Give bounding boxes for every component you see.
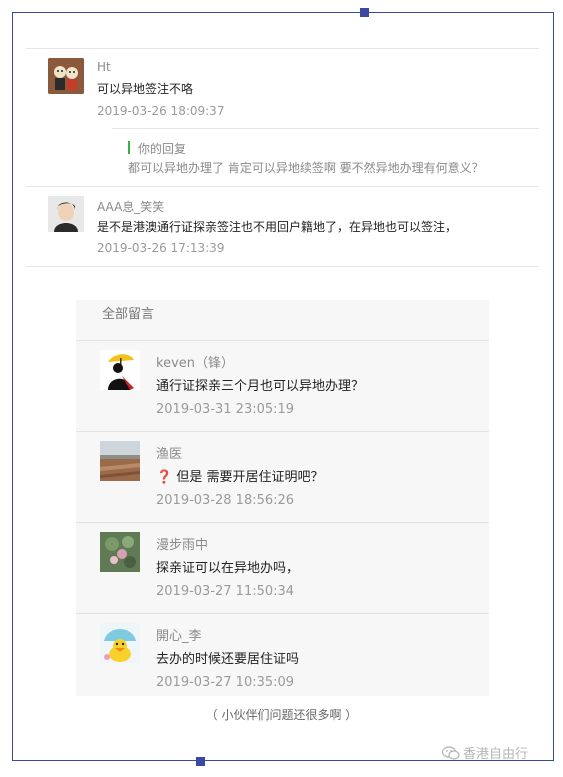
cartoon-characters-avatar[interactable] xyxy=(48,58,84,94)
comment-text: 通行证探亲三个月也可以异地办理？ xyxy=(156,379,365,394)
comment-text-body: 但是 需要开居住证明吧？ xyxy=(176,470,324,485)
comment-text: 是不是港澳通行证探亲签注也不用回户籍地了，在异地也可以签注， xyxy=(97,220,458,234)
comment-timestamp: 2019-03-28 18:56:26 xyxy=(156,493,295,508)
comment-timestamp: 2019-03-27 11:50:34 xyxy=(156,584,295,599)
flowers-avatar[interactable] xyxy=(100,532,140,572)
comment-username[interactable]: 渔医 xyxy=(156,443,182,462)
comment-timestamp: 2019-03-26 18:09:37 xyxy=(97,104,225,118)
comment-text: 去办的时候还要居住证吗 xyxy=(156,652,300,667)
divider xyxy=(76,522,489,523)
watermark: 香港自由行 xyxy=(441,743,529,764)
landscape-field-avatar[interactable] xyxy=(100,441,140,481)
figure-with-umbrella-avatar[interactable] xyxy=(100,350,140,390)
comment-username[interactable]: Ht xyxy=(97,60,111,74)
comment-username[interactable]: keven（锋） xyxy=(156,352,234,371)
comment-username[interactable]: AAA息_笑笑 xyxy=(97,198,164,215)
all-comments-panel: 全部留言 keven（锋） 通行证探亲三个月也可以异地办理？ 2019-03-3… xyxy=(76,300,489,696)
reply-text: 都可以异地办理了 肯定可以异地续签啊 要不然异地办理有何意义？ xyxy=(128,161,484,175)
wechat-icon xyxy=(441,745,460,764)
person-portrait-avatar[interactable] xyxy=(48,196,84,232)
comment-username[interactable]: 開心_李 xyxy=(156,625,202,644)
reply-indicator-bar xyxy=(128,141,130,154)
comment-timestamp: 2019-03-26 17:13:39 xyxy=(97,241,225,255)
divider xyxy=(26,266,539,267)
yellow-duck-avatar[interactable] xyxy=(100,623,140,663)
watermark-text: 香港自由行 xyxy=(463,747,529,762)
divider xyxy=(76,340,489,341)
resize-handle-top[interactable] xyxy=(360,8,369,17)
divider xyxy=(112,128,539,129)
divider xyxy=(76,613,489,614)
image-caption: （ 小伙伴们问题还很多啊 ） xyxy=(205,708,358,722)
comment-text: 可以异地签注不咯 xyxy=(97,82,194,96)
divider xyxy=(26,186,539,187)
panel-title: 全部留言 xyxy=(102,307,155,322)
divider xyxy=(26,48,539,49)
comment-text: ❓ 但是 需要开居住证明吧？ xyxy=(156,466,323,485)
comment-username[interactable]: 漫步雨中 xyxy=(156,534,208,553)
resize-handle-bottom[interactable] xyxy=(196,757,205,766)
reply-label: 你的回复 xyxy=(138,142,187,156)
comment-timestamp: 2019-03-31 23:05:19 xyxy=(156,402,295,417)
question-mark-icon: ❓ xyxy=(156,470,173,485)
comment-text: 探亲证可以在异地办吗， xyxy=(156,561,300,576)
comment-timestamp: 2019-03-27 10:35:09 xyxy=(156,675,295,690)
divider xyxy=(76,431,489,432)
